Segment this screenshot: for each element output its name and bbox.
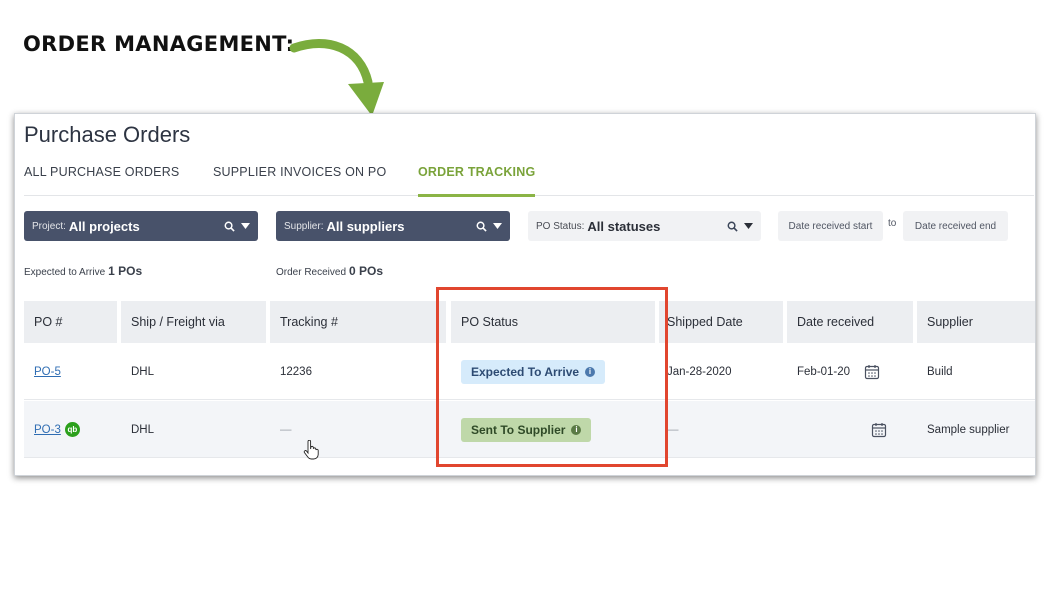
date-range-to-label: to	[888, 218, 897, 229]
date-received-end-input[interactable]: Date received end	[903, 211, 1008, 241]
table-row: PO-5 DHL 12236 Expected To Arrive i Jan-2…	[24, 343, 1035, 400]
tab-supplier-invoices-on-po[interactable]: SUPPLIER INVOICES ON PO	[213, 165, 386, 196]
supplier-filter-value: All suppliers	[326, 218, 405, 234]
shipped-date-cell: —	[667, 423, 679, 436]
curved-arrow-icon	[289, 38, 384, 116]
po-link[interactable]: PO-5	[34, 366, 61, 378]
quickbooks-icon: qb	[64, 422, 80, 437]
status-badge[interactable]: Expected To Arrive i	[461, 359, 606, 384]
supplier-filter-label: Supplier:	[284, 220, 324, 232]
supplier-filter[interactable]: Supplier: All suppliers	[276, 211, 510, 241]
tab-all-purchase-orders[interactable]: ALL PURCHASE ORDERS	[24, 165, 179, 196]
table-row: PO-3 qb DHL — Sent To Supplier i — Sample …	[24, 401, 1035, 458]
project-filter-label: Project:	[32, 220, 66, 232]
tab-order-tracking[interactable]: ORDER TRACKING	[418, 165, 536, 197]
column-header-po-number[interactable]: PO #	[24, 301, 117, 343]
po-status-filter-label: PO Status:	[536, 220, 585, 232]
page-title: Purchase Orders	[24, 122, 191, 147]
date-received-start-input[interactable]: Date received start	[778, 211, 883, 241]
hand-cursor-icon	[303, 440, 319, 460]
caret-down-icon[interactable]	[241, 223, 250, 229]
po-number-cell: PO-3 qb	[34, 401, 80, 458]
purchase-orders-panel: Purchase Orders ALL PURCHASE ORDERS SUPP…	[14, 113, 1036, 476]
status-badge[interactable]: Sent To Supplier i	[461, 417, 592, 442]
column-header-po-status[interactable]: PO Status	[451, 301, 655, 343]
expected-to-arrive-summary: Expected to Arrive 1 POs	[24, 264, 142, 278]
table-header: PO # Ship / Freight via Tracking # PO St…	[24, 301, 1035, 343]
supplier-cell: Sample supplier	[927, 423, 1010, 436]
calendar-icon[interactable]	[864, 364, 880, 380]
project-filter[interactable]: Project: All projects	[24, 211, 258, 241]
date-received-cell: Feb-01-20	[797, 343, 880, 400]
status-badge-label: Expected To Arrive	[471, 364, 580, 379]
po-status-filter[interactable]: PO Status: All statuses	[528, 211, 761, 241]
tab-bar: ALL PURCHASE ORDERS SUPPLIER INVOICES ON…	[24, 165, 1034, 197]
expected-to-arrive-count: 1 POs	[108, 264, 143, 278]
shipped-date-cell: Jan-28-2020	[667, 365, 732, 378]
column-header-ship-freight[interactable]: Ship / Freight via	[121, 301, 266, 343]
date-received-value: Feb-01-20	[797, 365, 851, 378]
ship-cell: DHL	[131, 423, 155, 436]
search-icon[interactable]	[476, 221, 487, 232]
column-header-shipped-date[interactable]: Shipped Date	[659, 301, 783, 343]
search-icon[interactable]	[224, 221, 235, 232]
tracking-cell: 12236	[280, 365, 312, 378]
tracking-cell: —	[280, 423, 292, 436]
search-icon[interactable]	[727, 221, 738, 232]
order-received-label: Order Received	[276, 267, 347, 278]
ship-cell: DHL	[131, 365, 155, 378]
supplier-cell: Build	[927, 365, 953, 378]
column-header-supplier[interactable]: Supplier	[917, 301, 1035, 343]
po-status-filter-value: All statuses	[587, 218, 661, 234]
order-received-summary: Order Received 0 POs	[276, 264, 383, 278]
po-status-cell: Sent To Supplier i	[461, 401, 592, 458]
order-received-count: 0 POs	[349, 264, 384, 278]
column-header-tracking[interactable]: Tracking #	[270, 301, 446, 343]
calendar-icon[interactable]	[871, 422, 887, 438]
caret-down-icon[interactable]	[493, 223, 502, 229]
po-status-cell: Expected To Arrive i	[461, 343, 606, 400]
po-link[interactable]: PO-3	[34, 424, 61, 436]
info-icon[interactable]: i	[585, 366, 596, 377]
date-received-cell	[797, 401, 887, 458]
info-icon[interactable]: i	[571, 424, 582, 435]
order-management-heading: ORDER MANAGEMENT:	[23, 32, 295, 56]
caret-down-icon[interactable]	[744, 223, 753, 229]
po-number-cell: PO-5	[34, 343, 61, 400]
column-header-date-received[interactable]: Date received	[787, 301, 913, 343]
project-filter-value: All projects	[68, 218, 140, 234]
status-badge-label: Sent To Supplier	[471, 422, 566, 437]
expected-to-arrive-label: Expected to Arrive	[24, 267, 106, 278]
